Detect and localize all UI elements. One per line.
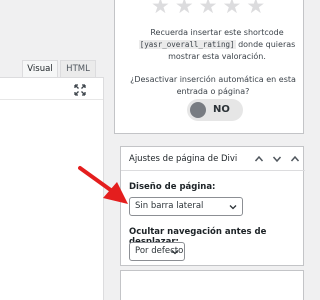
next-panel [120,270,304,300]
toggle-label: NO [213,104,230,115]
rating-stars[interactable]: ★ ★ ★ ★ ★ [151,0,270,17]
auto-insert-toggle[interactable]: NO [187,99,243,121]
chevron-down-icon [229,205,237,210]
star-icon[interactable]: ★ [151,0,170,17]
star-icon[interactable]: ★ [175,0,194,17]
shortcode-hint: Recuerda insertar este shortcode [yasr_o… [125,27,309,63]
shortcode-text-before: Recuerda insertar este shortcode [150,28,284,37]
editor-tabs: Visual HTML [0,56,104,79]
star-icon[interactable]: ★ [222,0,241,17]
annotation-arrow-icon [78,166,128,204]
star-icon[interactable]: ★ [199,0,218,17]
toggle-knob[interactable] [190,102,206,118]
yasr-rating-panel: ★ ★ ★ ★ ★ Recuerda insertar este shortcode [… [114,0,304,134]
star-icon[interactable]: ★ [246,0,265,17]
auto-insert-question: ¿Desactivar inserción automática en esta… [130,75,296,96]
editor-toolbar [0,78,103,100]
shortcode-code: [yasr_overall_rating] [138,40,236,49]
collapse-panel-icon[interactable] [290,154,300,164]
divi-panel-header: Ajustes de página de Divi [121,147,305,171]
move-down-icon[interactable] [272,154,282,164]
divi-page-settings-panel: Ajustes de página de Divi Diseño de pági… [120,146,305,266]
page-layout-value: Sin barra lateral [135,201,204,211]
page-layout-label: Diseño de página: [129,182,216,192]
chevron-down-icon [171,250,179,255]
page-layout-select[interactable]: Sin barra lateral [129,197,243,216]
divi-panel-title: Ajustes de página de Divi [129,154,238,164]
fullscreen-icon[interactable] [74,84,86,96]
move-up-icon[interactable] [254,154,264,164]
hide-nav-select[interactable]: Por defecto [129,242,185,261]
